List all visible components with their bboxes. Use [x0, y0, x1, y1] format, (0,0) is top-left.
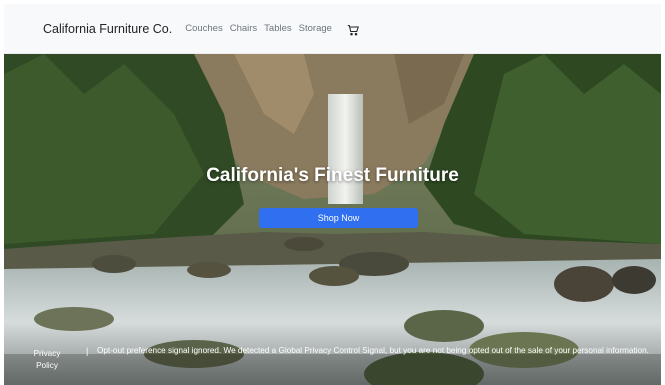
- nav-link-tables[interactable]: Tables: [264, 23, 291, 34]
- hero-section: California's Finest Furniture Shop Now: [4, 54, 661, 385]
- brand-link[interactable]: California Furniture Co.: [43, 22, 172, 36]
- privacy-banner: Privacy Policy | Opt-out preference sign…: [4, 338, 661, 385]
- shop-now-button[interactable]: Shop Now: [259, 208, 418, 228]
- nav-link-couches[interactable]: Couches: [185, 23, 223, 34]
- nav-link-storage[interactable]: Storage: [299, 23, 332, 34]
- nav-link-chairs[interactable]: Chairs: [230, 23, 257, 34]
- privacy-gpc-message: Opt-out preference signal ignored. We de…: [97, 346, 649, 355]
- privacy-policy-link[interactable]: Privacy Policy: [28, 348, 66, 372]
- navbar: California Furniture Co. Couches Chairs …: [4, 4, 661, 54]
- hero-title: California's Finest Furniture: [206, 165, 459, 186]
- privacy-separator: |: [86, 346, 89, 356]
- cart-icon[interactable]: [347, 23, 359, 35]
